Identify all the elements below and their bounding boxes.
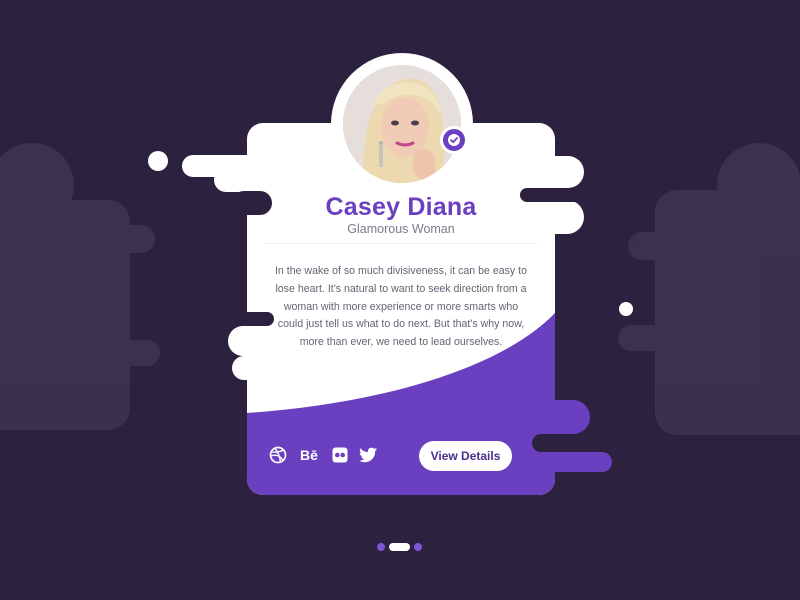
page-dot-1[interactable] (377, 543, 385, 551)
profile-title: Glamorous Woman (347, 222, 455, 236)
page-dot-3[interactable] (414, 543, 422, 551)
decor-dot (619, 302, 633, 316)
divider (265, 243, 537, 244)
flickr-icon[interactable] (330, 444, 350, 466)
behance-icon[interactable]: Bē (296, 444, 322, 466)
social-links: Bē (268, 444, 378, 466)
stage: Casey Diana Casey Diana (0, 0, 800, 600)
check-circle-icon (440, 126, 468, 154)
ghost-socials-right (672, 420, 736, 430)
decor-cutout (532, 434, 602, 452)
dribbble-icon[interactable] (268, 444, 288, 466)
profile-name: Casey Diana (325, 193, 477, 221)
twitter-icon[interactable] (358, 444, 378, 466)
decor-dot (148, 151, 168, 171)
avatar (343, 65, 461, 183)
avatar-portrait (343, 65, 461, 183)
profile-bio: In the wake of so much divisiveness, it … (274, 265, 528, 349)
pagination (377, 543, 422, 551)
behance-glyph: Bē (300, 447, 318, 463)
page-dot-2-active[interactable] (389, 543, 410, 551)
decor-cutout (222, 312, 274, 326)
view-details-button[interactable]: View Details (419, 441, 512, 471)
ghost-name-right: Casey Diana (737, 243, 800, 264)
